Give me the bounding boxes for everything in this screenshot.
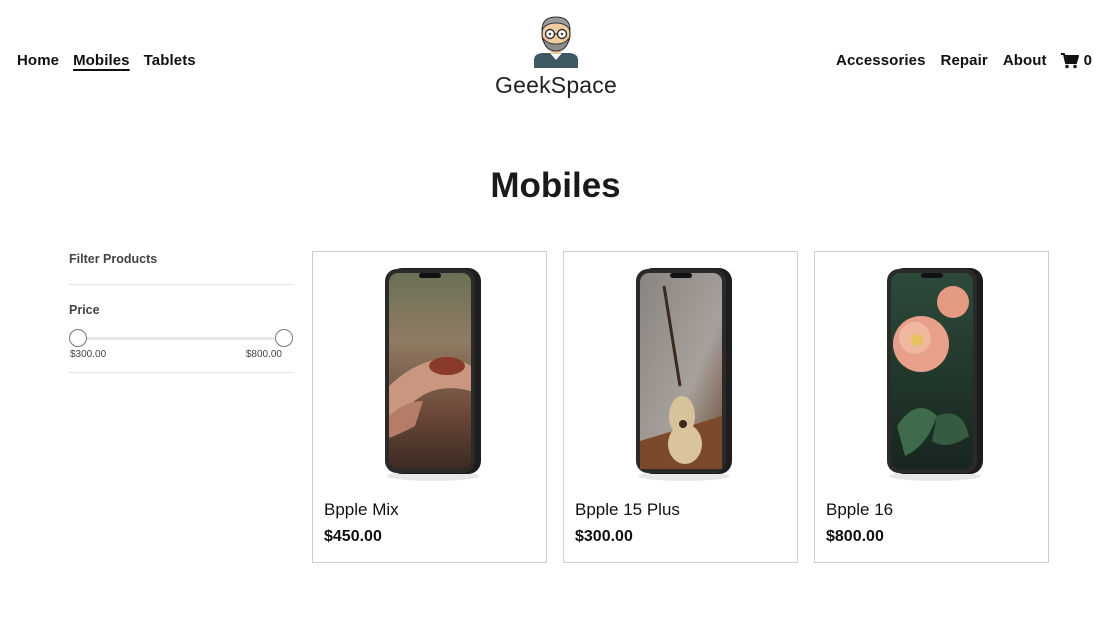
- nav-accessories-link[interactable]: Accessories: [836, 52, 926, 69]
- price-filter-label: Price: [69, 303, 100, 317]
- filter-sidebar: Filter Products Price $300.00 $800.00: [69, 252, 294, 373]
- nav-home-link[interactable]: Home: [17, 52, 59, 69]
- nav-tablets-link[interactable]: Tablets: [144, 52, 196, 69]
- brand-name: GeekSpace: [495, 72, 617, 98]
- cart-count: 0: [1083, 52, 1092, 69]
- product-card[interactable]: Bpple 15 Plus $300.00: [563, 251, 798, 563]
- page-title: Mobiles: [490, 166, 621, 205]
- product-card[interactable]: Bpple 16 $800.00: [814, 251, 1049, 563]
- product-grid: Bpple Mix $450.00 Bpple 15 Plus $300.00 …: [312, 251, 1049, 563]
- product-name[interactable]: Bpple Mix: [324, 500, 399, 520]
- phone-image: [886, 268, 983, 481]
- main-nav-right: Accessories Repair About 0: [821, 52, 1092, 69]
- nav-about-link[interactable]: About: [1003, 52, 1047, 69]
- cart-icon: [1060, 52, 1079, 68]
- product-card[interactable]: Bpple Mix $450.00: [312, 251, 547, 563]
- geek-avatar-icon: [534, 16, 578, 68]
- main-nav-left: Home Mobiles Tablets: [17, 52, 210, 69]
- product-name[interactable]: Bpple 15 Plus: [575, 500, 680, 520]
- price-range-labels: $300.00 $800.00: [69, 349, 294, 373]
- site-logo[interactable]: GeekSpace: [491, 14, 621, 99]
- product-price: $450.00: [324, 528, 382, 545]
- phone-image: [384, 268, 481, 481]
- price-max-handle[interactable]: [275, 329, 293, 347]
- cart-button[interactable]: 0: [1060, 52, 1092, 69]
- filter-title: Filter Products: [69, 252, 294, 285]
- price-range-slider[interactable]: [69, 329, 294, 351]
- product-price: $800.00: [826, 528, 884, 545]
- price-min-handle[interactable]: [69, 329, 87, 347]
- nav-mobiles-link[interactable]: Mobiles: [73, 52, 130, 69]
- nav-repair-link[interactable]: Repair: [941, 52, 988, 69]
- phone-image: [635, 268, 732, 481]
- product-name[interactable]: Bpple 16: [826, 500, 893, 520]
- product-price: $300.00: [575, 528, 633, 545]
- slider-track: [78, 337, 285, 340]
